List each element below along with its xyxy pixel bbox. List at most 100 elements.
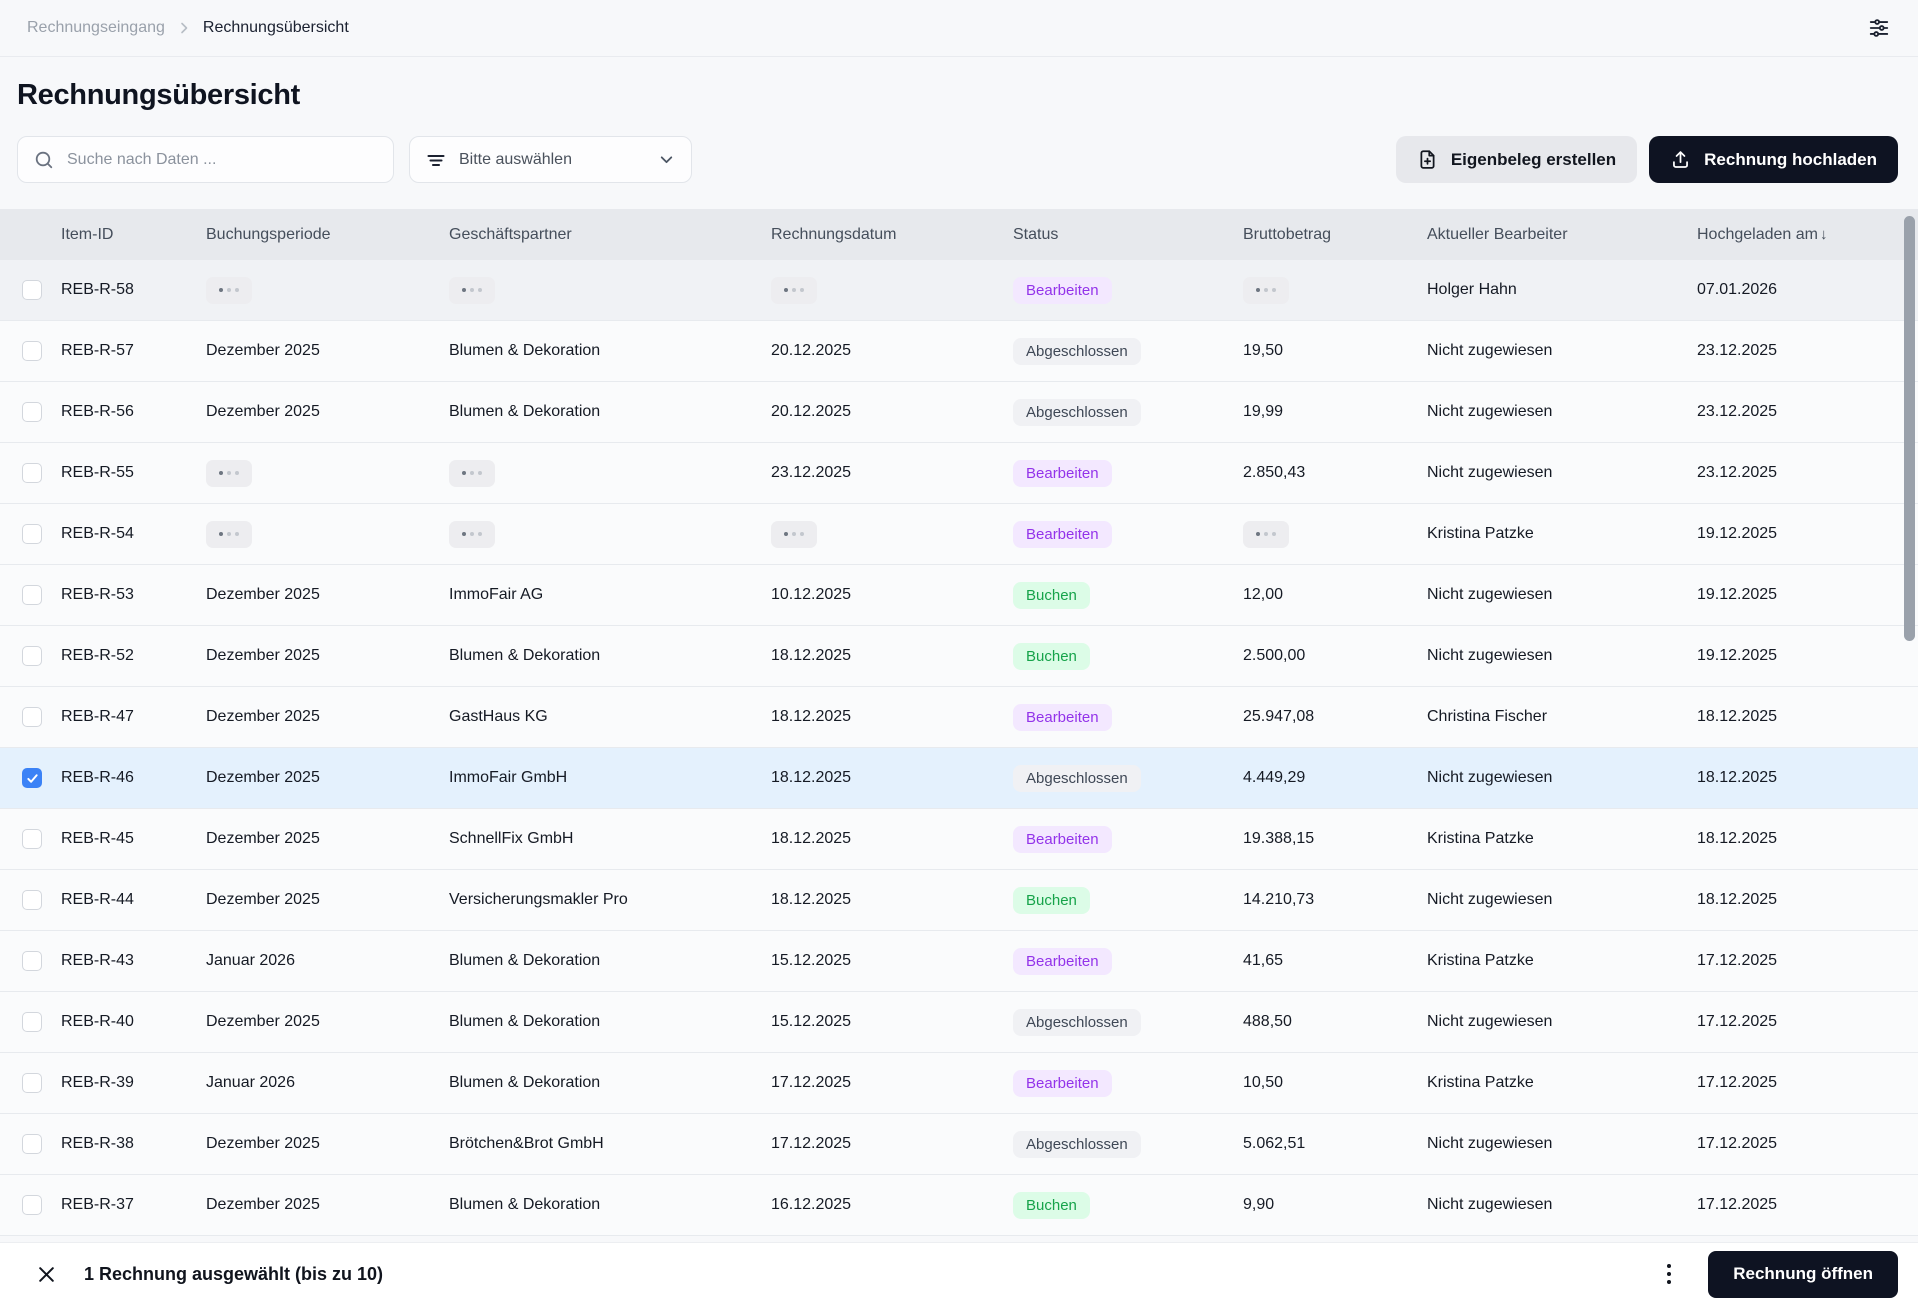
status-badge: Buchen: [1013, 1192, 1090, 1219]
table-row[interactable]: REB-R-56Dezember 2025Blumen & Dekoration…: [0, 382, 1918, 443]
placeholder-dots: [771, 277, 817, 304]
upload-invoice-button[interactable]: Rechnung hochladen: [1649, 136, 1898, 183]
dot: [792, 532, 797, 537]
row-checkbox[interactable]: [22, 890, 42, 910]
table-header-row: Item-ID Buchungsperiode Geschäftspartner…: [0, 209, 1918, 260]
cell-buchungsperiode: Dezember 2025: [206, 708, 449, 726]
table-row[interactable]: REB-R-44Dezember 2025Versicherungsmakler…: [0, 870, 1918, 931]
close-icon: [36, 1264, 57, 1285]
row-checkbox[interactable]: [22, 402, 42, 422]
create-receipt-button[interactable]: Eigenbeleg erstellen: [1396, 136, 1637, 183]
column-header-buchungsperiode[interactable]: Buchungsperiode: [206, 226, 449, 244]
cell-rechnungsdatum: 18.12.2025: [771, 769, 1013, 787]
cell-item-id: REB-R-44: [61, 891, 206, 909]
table-row[interactable]: REB-R-46Dezember 2025ImmoFair GmbH18.12.…: [0, 748, 1918, 809]
table-row[interactable]: REB-R-54BearbeitenKristina Patzke19.12.2…: [0, 504, 1918, 565]
table-row[interactable]: REB-R-5523.12.2025Bearbeiten2.850,43Nich…: [0, 443, 1918, 504]
row-checkbox[interactable]: [22, 829, 42, 849]
row-checkbox[interactable]: [22, 951, 42, 971]
dot: [227, 288, 232, 293]
sliders-icon: [1868, 17, 1890, 39]
cell-geschaeftspartner: Blumen & Dekoration: [449, 1196, 771, 1214]
open-invoice-button[interactable]: Rechnung öffnen: [1708, 1251, 1898, 1298]
cell-status: Abgeschlossen: [1013, 338, 1243, 365]
cell-status: Abgeschlossen: [1013, 1009, 1243, 1036]
chevron-right-icon: [176, 20, 192, 36]
clear-selection-button[interactable]: [36, 1264, 57, 1285]
more-actions-button[interactable]: [1656, 1258, 1682, 1290]
row-checkbox[interactable]: [22, 1012, 42, 1032]
table-row[interactable]: REB-R-38Dezember 2025Brötchen&Brot GmbH1…: [0, 1114, 1918, 1175]
cell-geschaeftspartner: ImmoFair GmbH: [449, 769, 771, 787]
cell-buchungsperiode: Dezember 2025: [206, 1196, 449, 1214]
table-row[interactable]: REB-R-47Dezember 2025GastHaus KG18.12.20…: [0, 687, 1918, 748]
filter-select[interactable]: Bitte auswählen: [409, 136, 692, 183]
column-header-status[interactable]: Status: [1013, 226, 1243, 244]
cell-item-id: REB-R-37: [61, 1196, 206, 1214]
table-body: REB-R-58BearbeitenHolger Hahn07.01.2026R…: [0, 260, 1918, 1236]
table-row[interactable]: REB-R-43Januar 2026Blumen & Dekoration15…: [0, 931, 1918, 992]
cell-bruttobetrag: 19.388,15: [1243, 830, 1427, 848]
checkbox-cell: [0, 768, 61, 788]
table-row[interactable]: REB-R-53Dezember 2025ImmoFair AG10.12.20…: [0, 565, 1918, 626]
cell-rechnungsdatum: 16.12.2025: [771, 1196, 1013, 1214]
breadcrumb-parent[interactable]: Rechnungseingang: [27, 19, 165, 37]
row-checkbox[interactable]: [22, 463, 42, 483]
placeholder-dots: [449, 460, 495, 487]
selection-count-text: 1 Rechnung ausgewählt (bis zu 10): [84, 1264, 383, 1285]
column-header-aktueller-bearbeiter[interactable]: Aktueller Bearbeiter: [1427, 226, 1697, 244]
status-badge: Abgeschlossen: [1013, 765, 1141, 792]
filter-select-value: Bitte auswählen: [459, 151, 645, 169]
breadcrumb: Rechnungseingang Rechnungsübersicht: [27, 19, 349, 37]
row-checkbox[interactable]: [22, 768, 42, 788]
chevron-down-icon: [658, 151, 675, 168]
search-input[interactable]: [67, 151, 377, 169]
checkbox-cell: [0, 707, 61, 727]
row-checkbox[interactable]: [22, 1195, 42, 1215]
table-row[interactable]: REB-R-45Dezember 2025SchnellFix GmbH18.1…: [0, 809, 1918, 870]
row-checkbox[interactable]: [22, 1073, 42, 1093]
cell-rechnungsdatum: [771, 521, 1013, 548]
vertical-scrollbar[interactable]: [1904, 216, 1915, 641]
cell-bruttobetrag: 488,50: [1243, 1013, 1427, 1031]
cell-bruttobetrag: 4.449,29: [1243, 769, 1427, 787]
cell-status: Abgeschlossen: [1013, 399, 1243, 426]
row-checkbox[interactable]: [22, 280, 42, 300]
checkbox-cell: [0, 463, 61, 483]
cell-status: Bearbeiten: [1013, 460, 1243, 487]
cell-item-id: REB-R-43: [61, 952, 206, 970]
row-checkbox[interactable]: [22, 341, 42, 361]
column-header-bruttobetrag[interactable]: Bruttobetrag: [1243, 226, 1427, 244]
table-row[interactable]: REB-R-40Dezember 2025Blumen & Dekoration…: [0, 992, 1918, 1053]
row-checkbox[interactable]: [22, 646, 42, 666]
column-header-rechnungsdatum[interactable]: Rechnungsdatum: [771, 226, 1013, 244]
column-header-hochgeladen-am[interactable]: Hochgeladen am↓: [1697, 226, 1918, 244]
checkbox-cell: [0, 890, 61, 910]
table-row[interactable]: REB-R-58BearbeitenHolger Hahn07.01.2026: [0, 260, 1918, 321]
table-row[interactable]: REB-R-39Januar 2026Blumen & Dekoration17…: [0, 1053, 1918, 1114]
table-row[interactable]: REB-R-37Dezember 2025Blumen & Dekoration…: [0, 1175, 1918, 1236]
table-row[interactable]: REB-R-52Dezember 2025Blumen & Dekoration…: [0, 626, 1918, 687]
status-badge: Buchen: [1013, 887, 1090, 914]
view-settings-button[interactable]: [1868, 17, 1890, 39]
row-checkbox[interactable]: [22, 585, 42, 605]
column-header-item-id[interactable]: Item-ID: [61, 226, 206, 244]
filter-lines-icon: [426, 150, 446, 170]
cell-item-id: REB-R-58: [61, 281, 206, 299]
status-badge: Bearbeiten: [1013, 948, 1112, 975]
dot: [792, 288, 797, 293]
dot: [227, 532, 232, 537]
cell-status: Abgeschlossen: [1013, 1131, 1243, 1158]
row-checkbox[interactable]: [22, 1134, 42, 1154]
cell-geschaeftspartner: [449, 521, 771, 548]
cell-aktueller-bearbeiter: Kristina Patzke: [1427, 1074, 1697, 1092]
cell-bruttobetrag: 12,00: [1243, 586, 1427, 604]
cell-aktueller-bearbeiter: Nicht zugewiesen: [1427, 1196, 1697, 1214]
column-header-geschaeftspartner[interactable]: Geschäftspartner: [449, 226, 771, 244]
cell-rechnungsdatum: 18.12.2025: [771, 708, 1013, 726]
row-checkbox[interactable]: [22, 524, 42, 544]
table-row[interactable]: REB-R-57Dezember 2025Blumen & Dekoration…: [0, 321, 1918, 382]
row-checkbox[interactable]: [22, 707, 42, 727]
checkbox-cell: [0, 1195, 61, 1215]
cell-status: Bearbeiten: [1013, 826, 1243, 853]
